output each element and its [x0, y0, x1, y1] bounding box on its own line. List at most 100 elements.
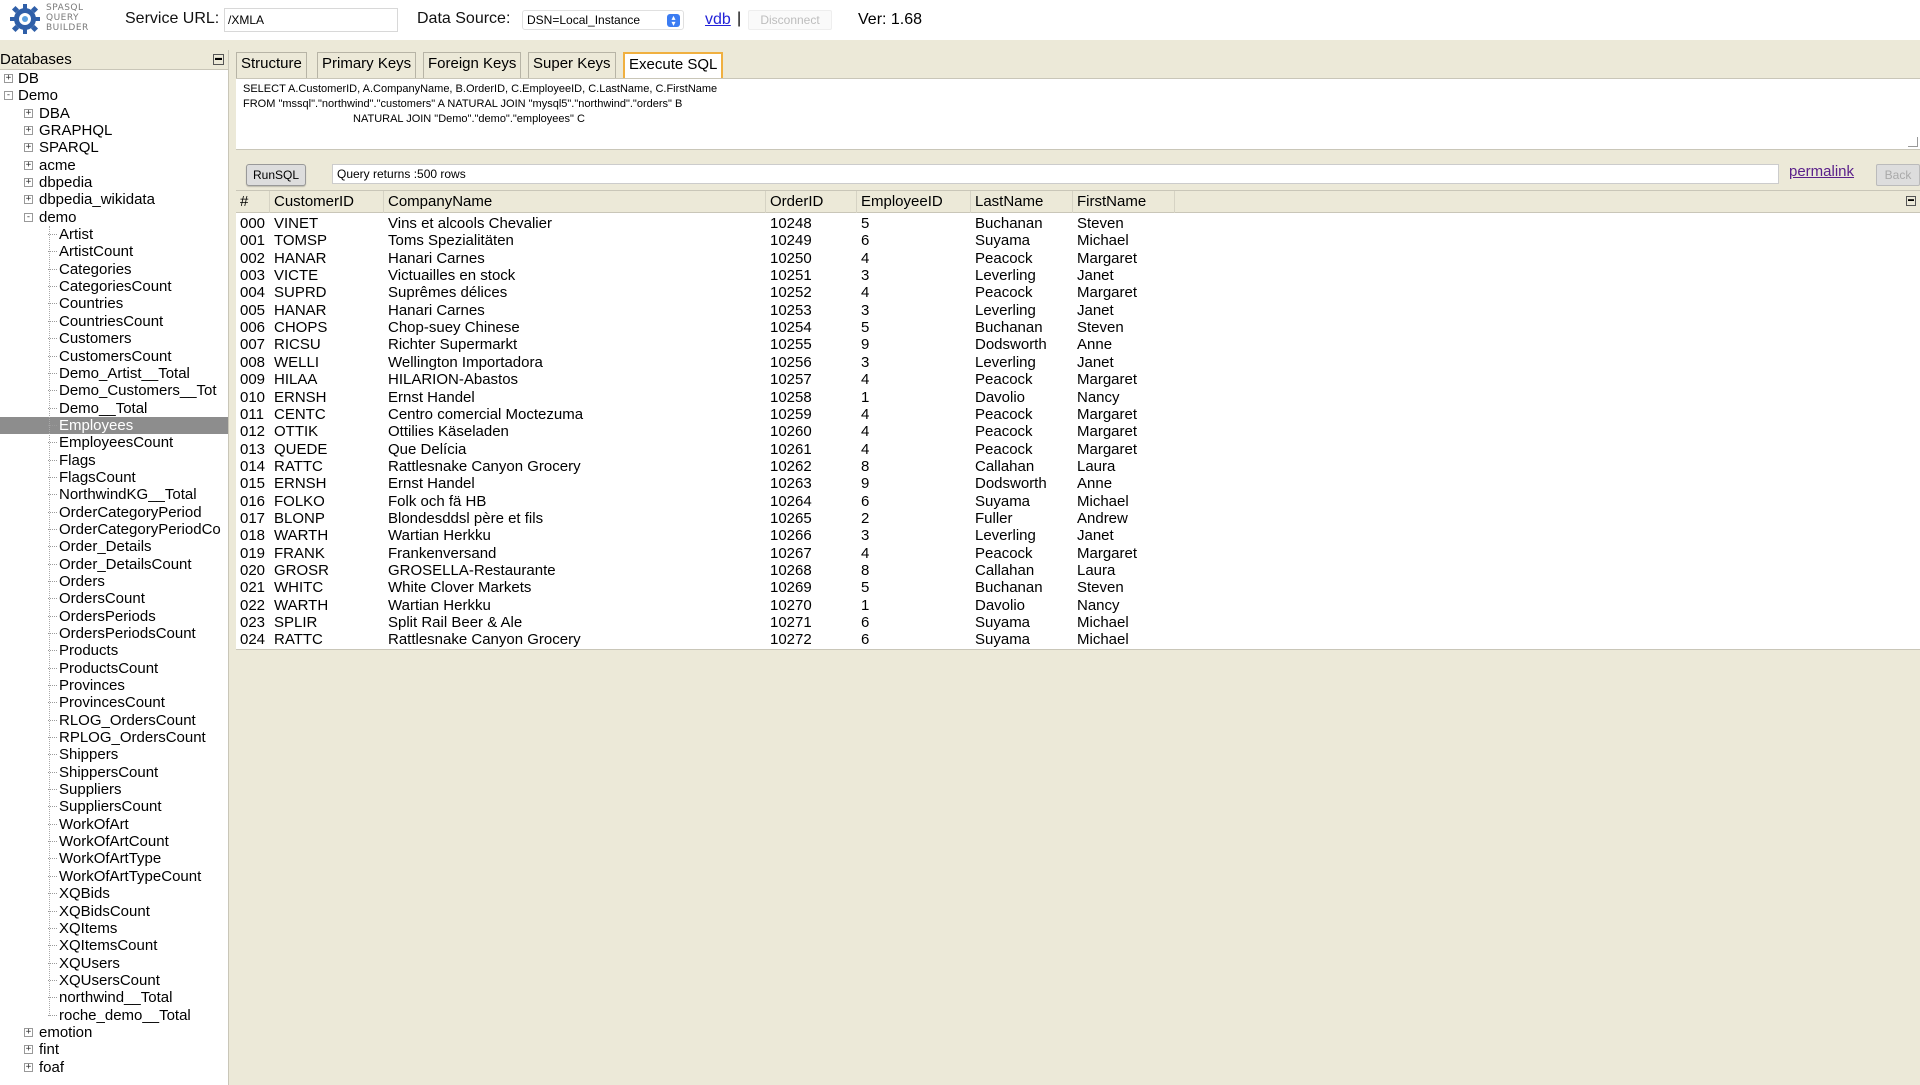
run-sql-button[interactable]: RunSQL [246, 164, 306, 186]
tree-item[interactable]: + emotion [0, 1024, 228, 1041]
tree-item[interactable]: WorkOfArtType [0, 850, 228, 867]
tree-item[interactable]: roche_demo__Total [0, 1007, 228, 1024]
tree-item[interactable]: XQUsersCount [0, 972, 228, 989]
tree-item[interactable]: OrderCategoryPeriodCo [0, 521, 228, 538]
table-row[interactable]: 016 FOLKO Folk och fä HB 10264 6 Suyama Michae… [236, 493, 1436, 510]
tab-primary-keys[interactable]: Primary Keys [317, 52, 417, 78]
service-url-input[interactable] [224, 8, 398, 32]
expand-icon[interactable]: + [24, 126, 33, 136]
column-header-orderid[interactable]: OrderID [766, 191, 857, 213]
table-row[interactable]: 019 FRANK Frankenversand 10267 4 Peacock Marga… [236, 545, 1436, 562]
table-row[interactable]: 024 RATTC Rattlesnake Canyon Grocery 10272 6… [236, 631, 1436, 648]
collapse-icon[interactable]: - [24, 212, 33, 222]
tree-item[interactable]: Products [0, 642, 228, 659]
table-row[interactable]: 008 WELLI Wellington Importadora 10256 3 Leve… [236, 354, 1436, 371]
table-row[interactable]: 018 WARTH Wartian Herkku 10266 3 Leverling Jan… [236, 527, 1436, 544]
table-row[interactable]: 011 CENTC Centro comercial Moctezuma 10259 4… [236, 406, 1436, 423]
tree-item[interactable]: + acme [0, 157, 228, 174]
data-source-select[interactable]: DSN=Local_Instance ▴ ▾ [522, 10, 684, 30]
tree-item[interactable]: - Demo [0, 87, 228, 104]
table-row[interactable]: 017 BLONP Blondesddsl père et fils 10265 2 Fu… [236, 510, 1436, 527]
column-header-companyname[interactable]: CompanyName [384, 191, 766, 213]
expand-icon[interactable]: + [24, 195, 33, 205]
tree-item[interactable]: ProductsCount [0, 660, 228, 677]
tree-item[interactable]: SuppliersCount [0, 798, 228, 815]
tree-item[interactable]: Suppliers [0, 781, 228, 798]
tree-item[interactable]: XQItemsCount [0, 937, 228, 954]
disconnect-button[interactable]: Disconnect [748, 10, 832, 30]
table-row[interactable]: 015 ERNSH Ernst Handel 10263 9 Dodsworth Anne [236, 475, 1436, 492]
back-button[interactable]: Back [1876, 164, 1920, 186]
expand-icon[interactable]: + [24, 1027, 33, 1037]
table-row[interactable]: 020 GROSR GROSELLA-Restaurante 10268 8 Callah… [236, 562, 1436, 579]
table-row[interactable]: 004 SUPRD Suprêmes délices 10252 4 Peacock Mar… [236, 284, 1436, 301]
tree-item[interactable]: Employees [0, 416, 228, 435]
tree-item[interactable]: EmployeesCount [0, 434, 228, 451]
tree-item[interactable]: northwind__Total [0, 989, 228, 1006]
table-row[interactable]: 012 OTTIK Ottilies Käseladen 10260 4 Peacock M… [236, 423, 1436, 440]
table-row[interactable]: 010 ERNSH Ernst Handel 10258 1 Davolio Nancy [236, 389, 1436, 406]
expand-icon[interactable]: + [4, 74, 13, 83]
expand-icon[interactable]: + [24, 1062, 33, 1072]
column-header-lastname[interactable]: LastName [971, 191, 1073, 213]
tree-item[interactable]: ProvincesCount [0, 694, 228, 711]
tab-super-keys[interactable]: Super Keys [528, 52, 616, 78]
expand-icon[interactable]: + [24, 178, 33, 188]
tree-item[interactable]: + GRAPHQL [0, 122, 228, 139]
table-row[interactable]: 022 WARTH Wartian Herkku 10270 1 Davolio Nancy [236, 597, 1436, 614]
collapse-panel-icon[interactable]: ▬ [213, 54, 224, 65]
tree-item[interactable]: XQItems [0, 920, 228, 937]
tree-item[interactable]: OrderCategoryPeriod [0, 504, 228, 521]
permalink-link[interactable]: permalink [1789, 163, 1854, 180]
table-row[interactable]: 001 TOMSP Toms Spezialitäten 10249 6 Suyama Mi… [236, 232, 1436, 249]
table-row[interactable]: 002 HANAR Hanari Carnes 10250 4 Peacock Margar… [236, 250, 1436, 267]
tree-item[interactable]: XQUsers [0, 955, 228, 972]
expand-icon[interactable]: + [24, 108, 33, 118]
tree-item[interactable]: RPLOG_OrdersCount [0, 729, 228, 746]
sql-editor[interactable]: SELECT A.CustomerID, A.CompanyName, B.Or… [236, 78, 1920, 150]
tree-item[interactable]: + dbpedia [0, 174, 228, 191]
tree-item[interactable]: Demo_Customers__Tot [0, 382, 228, 399]
column-header-employeeid[interactable]: EmployeeID [857, 191, 971, 213]
tree-item[interactable]: + fint [0, 1041, 228, 1058]
tab-execute-sql[interactable]: Execute SQL [623, 52, 724, 78]
column-header-customerid[interactable]: CustomerID [270, 191, 384, 213]
tree-item[interactable]: Customers [0, 330, 228, 347]
expand-icon[interactable]: + [24, 160, 33, 170]
table-row[interactable]: 023 SPLIR Split Rail Beer & Ale 10271 6 Suyam… [236, 614, 1436, 631]
tree-item[interactable]: ArtistCount [0, 243, 228, 260]
tree-item[interactable]: Demo__Total [0, 400, 228, 417]
tree-item[interactable]: CategoriesCount [0, 278, 228, 295]
tree-item[interactable]: XQBidsCount [0, 903, 228, 920]
table-row[interactable]: 009 HILAA HILARION-Abastos 10257 4 Peacock Mar… [236, 371, 1436, 388]
tab-structure[interactable]: Structure [236, 52, 307, 78]
tree-item[interactable]: + DB [0, 70, 228, 87]
tree-item[interactable]: WorkOfArtTypeCount [0, 868, 228, 885]
tree-item[interactable]: RLOG_OrdersCount [0, 712, 228, 729]
tree-item[interactable]: ShippersCount [0, 764, 228, 781]
collapse-icon[interactable]: - [4, 91, 13, 101]
grid-options-icon[interactable]: ▬ [1906, 196, 1916, 206]
tree-item[interactable]: OrdersPeriods [0, 608, 228, 625]
tree-item[interactable]: Order_DetailsCount [0, 556, 228, 573]
tree-item[interactable]: Demo_Artist__Total [0, 365, 228, 382]
tree-item[interactable]: + dbpedia_wikidata [0, 191, 228, 208]
tree-item[interactable]: Artist [0, 226, 228, 243]
table-row[interactable]: 003 VICTE Victuailles en stock 10251 3 Leverl… [236, 267, 1436, 284]
tree-item[interactable]: Flags [0, 452, 228, 469]
tab-foreign-keys[interactable]: Foreign Keys [423, 52, 522, 78]
table-row[interactable]: 013 QUEDE Que Delícia 10261 4 Peacock Margaret [236, 441, 1436, 458]
tree-item[interactable]: WorkOfArtCount [0, 833, 228, 850]
vdb-link[interactable]: vdb [705, 11, 731, 29]
tree-item[interactable]: XQBids [0, 885, 228, 902]
table-row[interactable]: 014 RATTC Rattlesnake Canyon Grocery 10262 8… [236, 458, 1436, 475]
tree-item[interactable]: Orders [0, 573, 228, 590]
tree-item[interactable]: NorthwindKG__Total [0, 486, 228, 503]
tree-item[interactable]: + SPARQL [0, 139, 228, 156]
table-row[interactable]: 005 HANAR Hanari Carnes 10253 3 Leverling Jane… [236, 302, 1436, 319]
tree-item[interactable]: Shippers [0, 746, 228, 763]
tree-item[interactable]: Countries [0, 295, 228, 312]
tree-item[interactable]: CustomersCount [0, 348, 228, 365]
tree-item[interactable]: FlagsCount [0, 469, 228, 486]
column-header-index[interactable]: # [236, 191, 270, 213]
